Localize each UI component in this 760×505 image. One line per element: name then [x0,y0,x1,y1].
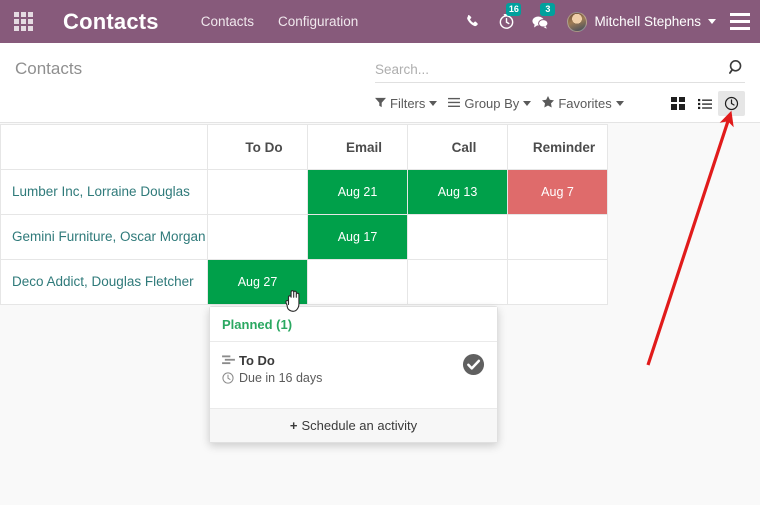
app-brand-title: Contacts [63,8,159,34]
check-circle-icon[interactable] [462,353,485,381]
popover-body: To Do Due in 16 days [210,342,497,408]
activity-cell-email[interactable]: Aug 17 [307,214,408,260]
activity-cell-todo[interactable]: Aug 27 [207,259,308,305]
systray: 16 3 Mitchell Stephens [455,0,760,43]
view-switcher [664,91,745,116]
chat-icon[interactable]: 3 [523,0,557,43]
contact-name-cell[interactable]: Gemini Furniture, Oscar Morgan [0,214,208,260]
contact-link[interactable]: Lumber Inc, Lorraine Douglas [1,184,190,199]
table-header-row: To Do Email Call Reminder [0,124,608,170]
avatar [567,11,588,32]
phone-icon[interactable] [455,0,489,43]
activity-cell-reminder[interactable]: Aug 7 [507,169,608,215]
nav-menu-contacts[interactable]: Contacts [189,14,266,29]
control-panel: Contacts Filters [0,43,760,123]
chevron-down-icon [429,101,438,106]
activity-count-badge: 16 [506,3,522,16]
popover-title: Planned (1) [222,317,293,332]
contact-name-cell[interactable]: Deco Addict, Douglas Fletcher [0,259,208,305]
activity-due-row: Due in 16 days [222,371,454,385]
schedule-activity-button[interactable]: + Schedule an activity [210,408,497,442]
contact-link[interactable]: Gemini Furniture, Oscar Morgan [1,229,206,244]
popover-header: Planned (1) [210,307,497,342]
table-row: Gemini Furniture, Oscar Morgan Aug 17 [0,214,608,260]
nav-menu-configuration[interactable]: Configuration [266,14,370,29]
column-header-name [0,124,208,170]
table-row: Lumber Inc, Lorraine Douglas Aug 21 Aug … [0,169,608,215]
list-icon[interactable] [691,91,718,116]
chevron-down-icon [708,19,716,24]
clock-icon [222,372,239,384]
activity-cell-call[interactable] [407,259,508,305]
column-header-email: Email [307,124,408,170]
column-header-reminder: Reminder [507,124,608,170]
activity-type-label: To Do [239,353,275,368]
groupby-label: Group By [464,96,520,111]
activity-clock-systray-icon[interactable]: 16 [489,0,523,43]
hamburger-icon[interactable] [720,0,760,43]
top-navbar: Contacts Contacts Configuration 16 3 Mit… [0,0,760,43]
table-row: Deco Addict, Douglas Fletcher Aug 27 [0,259,608,305]
activity-cell-reminder[interactable] [507,259,608,305]
filter-icon [375,96,386,111]
filters-label: Filters [390,96,426,111]
chevron-down-icon [523,101,532,106]
user-menu[interactable]: Mitchell Stephens [557,11,720,32]
activity-cell-reminder[interactable] [507,214,608,260]
column-header-call: Call [407,124,508,170]
activity-type-row: To Do [222,353,454,368]
activity-cell-todo[interactable] [207,169,308,215]
filters-dropdown[interactable]: Filters [375,96,438,111]
activity-cell-todo[interactable] [207,214,308,260]
plus-icon: + [289,418,298,433]
favorites-dropdown[interactable]: Favorites [542,96,624,111]
schedule-activity-label: Schedule an activity [301,418,418,433]
chevron-down-icon [615,101,624,106]
activity-table: To Do Email Call Reminder Lumber Inc, Lo… [0,124,608,305]
column-header-todo: To Do [207,124,308,170]
odoo-contacts-activity-view: Contacts Contacts Configuration 16 3 Mit… [0,0,760,505]
kanban-icon[interactable] [664,91,691,116]
search-bar[interactable] [375,57,745,83]
search-input[interactable] [375,62,722,77]
contact-name-cell[interactable]: Lumber Inc, Lorraine Douglas [0,169,208,215]
activity-cell-call[interactable] [407,214,508,260]
star-icon [542,96,555,111]
control-panel-tools: Filters Group By Favorites [375,91,745,116]
favorites-label: Favorites [558,96,612,111]
username-label: Mitchell Stephens [594,14,701,29]
activity-popover: Planned (1) To Do Due in 16 days + Sched… [209,306,498,443]
activity-details: To Do Due in 16 days [222,353,454,388]
messages-count-badge: 3 [540,3,556,16]
activity-cell-email[interactable] [307,259,408,305]
activity-clock-icon[interactable] [718,91,745,116]
search-icon[interactable] [722,59,745,81]
page-title: Contacts [15,59,83,78]
contact-link[interactable]: Deco Addict, Douglas Fletcher [1,274,194,289]
groupby-dropdown[interactable]: Group By [448,96,532,111]
apps-grid-icon[interactable] [0,12,46,31]
activity-cell-call[interactable]: Aug 13 [407,169,508,215]
activity-cell-email[interactable]: Aug 21 [307,169,408,215]
activity-due-label: Due in 16 days [239,371,323,385]
activity-type-icon [222,355,239,366]
list-lines-icon [448,96,461,111]
